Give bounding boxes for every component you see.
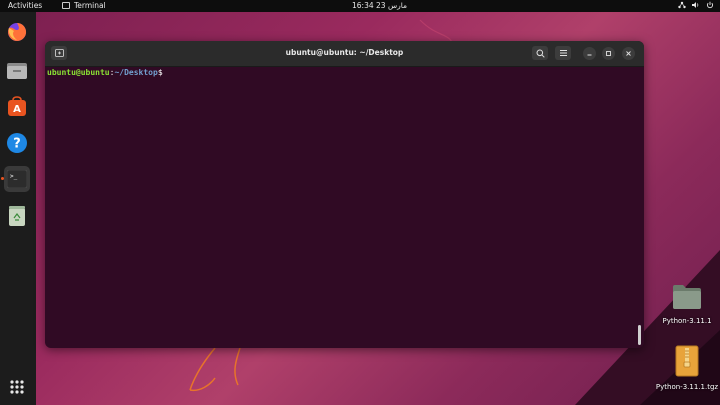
minimize-icon	[587, 54, 592, 56]
desktop-icon-label: Python-3.11.1.tgz	[655, 383, 719, 391]
terminal-app-icon	[62, 2, 70, 9]
search-icon	[536, 49, 545, 58]
svg-text:?: ?	[13, 137, 21, 152]
terminal-window: ubuntu@ubuntu: ~/Desktop ubuntu@ubuntu:~…	[45, 41, 644, 348]
close-button[interactable]	[622, 47, 635, 60]
svg-text:A: A	[13, 104, 21, 115]
dock-item-files[interactable]	[4, 58, 30, 84]
clock[interactable]: مارس 23 16:34	[352, 1, 407, 10]
volume-icon	[692, 2, 699, 8]
shell-prompt: ubuntu@ubuntu:~/Desktop$	[47, 68, 163, 77]
dock-item-firefox[interactable]	[4, 19, 30, 45]
terminal-content[interactable]: ubuntu@ubuntu:~/Desktop$	[45, 67, 644, 348]
svg-text:>_: >_	[10, 173, 18, 180]
files-icon	[7, 63, 27, 79]
scrollbar-thumb[interactable]	[638, 325, 641, 345]
dock-item-help[interactable]: ?	[4, 130, 30, 156]
network-icon	[678, 1, 686, 9]
maximize-button[interactable]	[602, 47, 615, 60]
power-icon	[706, 1, 714, 9]
software-icon: A	[8, 96, 26, 116]
archive-icon	[675, 345, 699, 377]
dock: A ? >_	[0, 12, 36, 405]
app-menu-label: Terminal	[74, 1, 106, 10]
close-icon	[626, 51, 631, 56]
app-grid-icon	[10, 380, 24, 394]
search-button[interactable]	[532, 46, 548, 60]
desktop-icon-python-archive[interactable]: Python-3.11.1.tgz	[655, 345, 719, 391]
terminal-headerbar[interactable]: ubuntu@ubuntu: ~/Desktop	[45, 41, 644, 67]
show-applications-button[interactable]	[4, 374, 30, 400]
app-menu[interactable]: Terminal	[62, 1, 106, 10]
trash-icon	[9, 206, 25, 226]
prompt-symbol: $	[157, 68, 163, 77]
prompt-path: ~/Desktop	[114, 68, 158, 77]
minimize-button[interactable]	[583, 47, 596, 60]
desktop-icon-python-folder[interactable]: Python-3.11.1	[655, 283, 719, 325]
menu-button[interactable]	[555, 46, 571, 60]
dock-item-software[interactable]: A	[4, 94, 30, 120]
activities-button[interactable]: Activities	[8, 1, 42, 10]
dock-item-trash[interactable]	[4, 203, 30, 229]
terminal-icon: >_	[7, 170, 27, 188]
top-bar: Activities Terminal مارس 23 16:34	[0, 0, 720, 12]
dock-item-terminal[interactable]: >_	[4, 166, 30, 192]
maximize-icon	[606, 51, 611, 56]
system-status-area[interactable]	[678, 1, 714, 9]
prompt-user-host: ubuntu@ubuntu	[47, 68, 110, 77]
help-icon: ?	[7, 133, 27, 153]
folder-icon	[673, 285, 701, 309]
desktop-icon-label: Python-3.11.1	[662, 317, 712, 325]
firefox-icon	[8, 22, 27, 41]
hamburger-menu-icon	[559, 50, 567, 56]
